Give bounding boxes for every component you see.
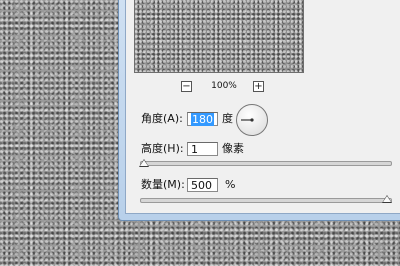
amount-slider-thumb[interactable] (382, 195, 392, 203)
amount-slider-track[interactable] (140, 198, 392, 203)
zoom-in-button[interactable]: + (253, 81, 264, 92)
dial-needle-icon (241, 118, 254, 122)
emboss-dialog-frame: − 100% + 角度(A): 180 度 高度(H): 1 像素 数量(M):… (118, 0, 400, 221)
height-unit: 像素 (222, 142, 244, 155)
amount-label: 数量(M): (141, 178, 185, 191)
angle-value-selected: 180 (191, 113, 214, 126)
amount-unit: % (225, 178, 236, 191)
angle-label: 角度(A): (141, 112, 183, 125)
zoom-level-label: 100% (211, 81, 237, 91)
amount-input[interactable]: 500 (187, 178, 218, 192)
height-label: 高度(H): (141, 142, 184, 155)
height-slider-track[interactable] (140, 161, 392, 166)
height-input[interactable]: 1 (187, 142, 218, 156)
angle-input[interactable]: 180 (187, 112, 218, 126)
emboss-dialog: − 100% + 角度(A): 180 度 高度(H): 1 像素 数量(M):… (125, 0, 400, 214)
zoom-out-button[interactable]: − (181, 81, 192, 92)
angle-dial-icon[interactable] (236, 104, 268, 136)
angle-unit: 度 (222, 112, 233, 125)
preview-image[interactable] (134, 0, 304, 73)
height-slider-thumb[interactable] (139, 159, 149, 167)
